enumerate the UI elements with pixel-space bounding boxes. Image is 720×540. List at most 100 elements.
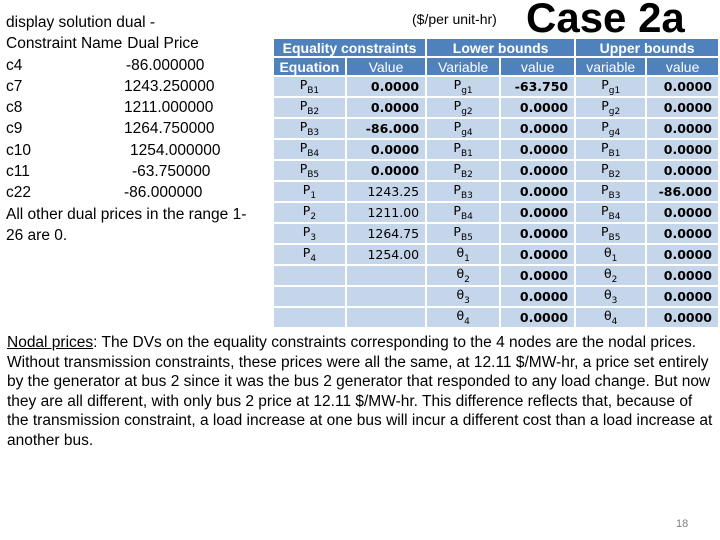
eq-value-cell <box>346 266 426 285</box>
variable-symbol: θ <box>604 245 612 260</box>
ub-value-cell: 0.0000 <box>647 245 718 264</box>
ub-value-cell: 0.0000 <box>647 287 718 306</box>
variable-subscript: 3 <box>464 296 470 306</box>
variable-subscript: 2 <box>464 275 470 285</box>
lb-value-cell: 0.0000 <box>501 182 575 201</box>
variable-subscript: B5 <box>460 233 473 243</box>
variable-subscript: 2 <box>310 212 317 222</box>
ub-value-cell: -86.000 <box>647 182 718 201</box>
table-row: P2 1211.00 PB4 0.0000 PB4 0.0000 <box>274 203 718 222</box>
dual-values-table: Equality constraints Lower bounds Upper … <box>272 37 720 329</box>
variable-subscript: 4 <box>464 317 470 327</box>
ub-variable-cell: PB2 <box>576 161 646 180</box>
lb-variable-cell: θ3 <box>427 287 500 306</box>
table-column-header: Equation Value Variable value variable v… <box>274 58 718 75</box>
table-row: PB4 0.0000 PB1 0.0000 PB1 0.0000 <box>274 140 718 159</box>
eq-value-cell: 1243.25 <box>346 182 426 201</box>
table-row: PB3 -86.000 Pg4 0.0000 Pg4 0.0000 <box>274 119 718 138</box>
eq-value-cell: 1254.00 <box>346 245 426 264</box>
listing-footer-2: 26 are 0. <box>6 226 68 244</box>
table-row: PB5 0.0000 PB2 0.0000 PB2 0.0000 <box>274 161 718 180</box>
lb-value-cell: 0.0000 <box>501 161 575 180</box>
variable-subscript: 1 <box>611 254 618 264</box>
variable-symbol: P <box>600 224 609 239</box>
variable-subscript: B4 <box>307 149 320 159</box>
dual-price: 1264.750000 <box>124 120 215 138</box>
constraint-name: c9 <box>6 120 23 138</box>
eq-value-cell: 0.0000 <box>346 98 426 117</box>
ub-value-cell: 0.0000 <box>647 266 718 285</box>
lb-variable-cell: Pg4 <box>427 119 500 138</box>
col-equation: Equation <box>274 58 345 75</box>
table-group-header: Equality constraints Lower bounds Upper … <box>274 39 718 56</box>
header-constraint-name: Constraint Name <box>6 35 123 53</box>
equation-cell <box>274 287 345 306</box>
variable-subscript: B3 <box>608 191 621 201</box>
lb-value-cell: 0.0000 <box>501 140 575 159</box>
ub-value-cell: 0.0000 <box>647 308 718 327</box>
variable-symbol: P <box>453 140 461 155</box>
ub-variable-cell: Pg1 <box>576 77 646 96</box>
variable-symbol: P <box>453 182 461 197</box>
lb-variable-cell: PB4 <box>427 203 500 222</box>
lb-variable-cell: θ4 <box>427 308 500 327</box>
col-ub-variable: variable <box>576 58 646 75</box>
ub-value-cell: 0.0000 <box>647 98 718 117</box>
constraint-name: c11 <box>6 163 30 181</box>
slide-title: Case 2a <box>526 0 685 41</box>
variable-symbol: P <box>453 203 461 218</box>
equation-cell: PB5 <box>274 161 345 180</box>
ub-variable-cell: Pg2 <box>576 98 646 117</box>
variable-subscript: 1 <box>464 254 470 264</box>
ub-value-cell: 0.0000 <box>647 161 718 180</box>
lb-value-cell: -63.750 <box>501 77 575 96</box>
variable-symbol: θ <box>604 308 612 323</box>
ub-value-cell: 0.0000 <box>647 119 718 138</box>
equation-cell: PB3 <box>274 119 345 138</box>
lb-variable-cell: PB1 <box>427 140 500 159</box>
lb-value-cell: 0.0000 <box>501 266 575 285</box>
equation-cell: PB2 <box>274 98 345 117</box>
table-row: P4 1254.00 θ1 0.0000 θ1 0.0000 <box>274 245 718 264</box>
lb-variable-cell: Pg2 <box>427 98 500 117</box>
equation-cell: P3 <box>274 224 345 243</box>
variable-symbol: θ <box>604 287 612 302</box>
lb-value-cell: 0.0000 <box>501 245 575 264</box>
variable-subscript: B2 <box>608 170 621 180</box>
ub-variable-cell: PB1 <box>576 140 646 159</box>
equation-cell <box>274 266 345 285</box>
table-row: θ4 0.0000 θ4 0.0000 <box>274 308 718 327</box>
col-lb-variable: Variable <box>427 58 500 75</box>
variable-subscript: 1 <box>310 191 317 201</box>
lb-value-cell: 0.0000 <box>501 224 575 243</box>
variable-subscript: B2 <box>460 170 473 180</box>
lb-variable-cell: θ2 <box>427 266 500 285</box>
lb-value-cell: 0.0000 <box>501 203 575 222</box>
ub-variable-cell: θ1 <box>576 245 646 264</box>
eq-value-cell <box>346 308 426 327</box>
table-row: θ3 0.0000 θ3 0.0000 <box>274 287 718 306</box>
lb-variable-cell: PB2 <box>427 161 500 180</box>
dual-price: 1254.000000 <box>130 141 221 159</box>
table-row: P1 1243.25 PB3 0.0000 PB3 -86.000 <box>274 182 718 201</box>
listing-title: display solution dual - <box>6 14 156 31</box>
page-number: 18 <box>676 518 689 530</box>
ub-variable-cell: PB3 <box>576 182 646 201</box>
variable-subscript: B5 <box>307 170 320 180</box>
eq-value-cell: 0.0000 <box>346 161 426 180</box>
ub-value-cell: 0.0000 <box>647 224 718 243</box>
variable-subscript: g1 <box>608 86 621 96</box>
variable-subscript: B4 <box>460 212 473 222</box>
eq-value-cell <box>346 287 426 306</box>
lb-value-cell: 0.0000 <box>501 98 575 117</box>
lb-value-cell: 0.0000 <box>501 287 575 306</box>
variable-symbol: P <box>601 77 609 92</box>
listing-row: c22 -86.000000 <box>6 182 268 203</box>
dual-price: 1243.250000 <box>124 77 215 95</box>
variable-subscript: g2 <box>608 107 621 117</box>
constraint-name: c8 <box>6 99 23 117</box>
constraint-name: c10 <box>6 141 31 159</box>
nodal-prices-paragraph: Nodal prices: The DVs on the equality co… <box>7 333 715 451</box>
variable-symbol: θ <box>456 245 465 260</box>
table-row: P3 1264.75 PB5 0.0000 PB5 0.0000 <box>274 224 718 243</box>
